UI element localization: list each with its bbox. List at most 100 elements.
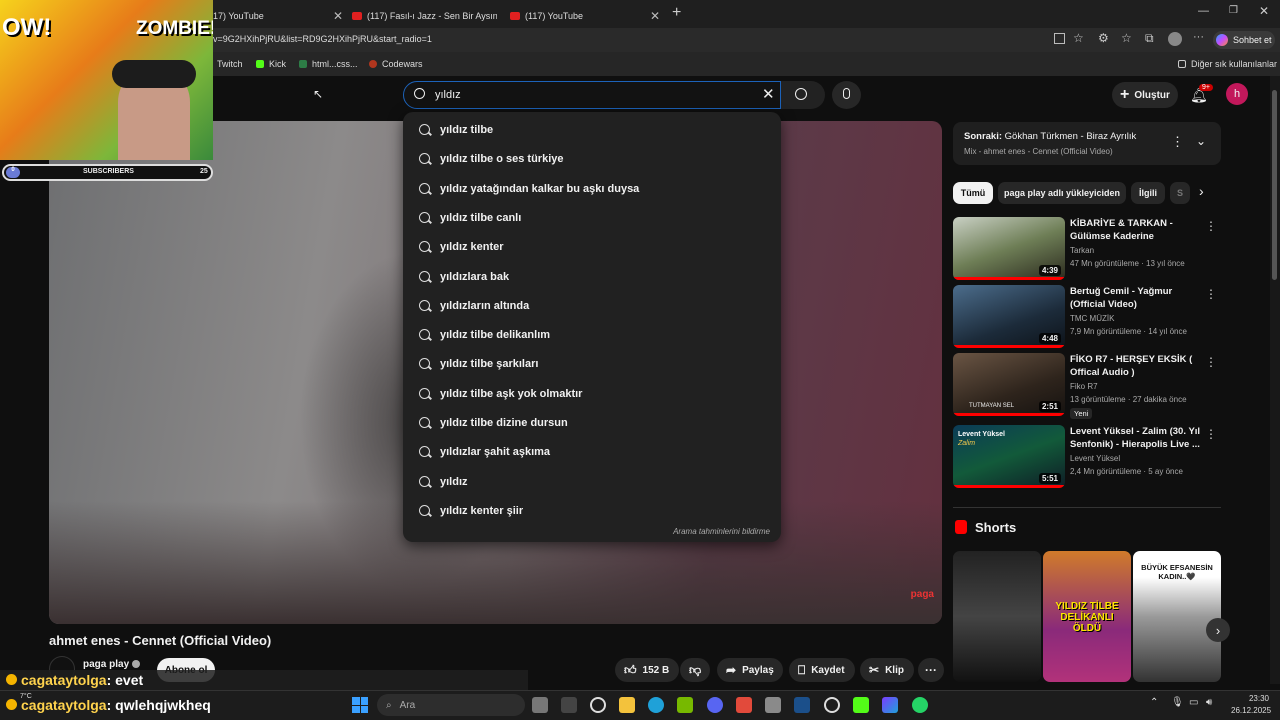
rec-meta: 13 görüntüleme · 27 dakika önce [1070,395,1187,404]
shorts-next-button[interactable]: › [1206,618,1230,642]
search-suggestion[interactable]: yıldız tilbe canlı [403,204,781,233]
app-icon[interactable] [736,697,752,713]
windows-start-icon[interactable] [352,697,368,713]
close-window-icon[interactable]: ✕ [1259,4,1269,18]
more-vert-icon[interactable]: ⋮ [1205,287,1217,301]
close-tab-icon[interactable]: ✕ [650,9,660,23]
save-button[interactable]: ⎕ Kaydet [789,658,855,682]
account-avatar[interactable]: h [1226,83,1248,105]
bookmark-twitch[interactable]: Twitch [217,59,243,69]
task-view-icon[interactable] [532,697,548,713]
report-predictions-link[interactable]: Arama tahminlerini bildirme [673,527,770,536]
app-icon[interactable] [882,697,898,713]
video-thumbnail[interactable]: 4:48 [953,285,1065,348]
bookmark-codewars[interactable]: Codewars [369,59,423,69]
split-screen-icon[interactable] [1054,33,1065,44]
discord-icon[interactable] [707,697,723,713]
recommendation-item[interactable]: Levent Yüksel Zalim 5:51 Levent Yüksel -… [953,425,1221,489]
mic-icon[interactable]: 🎙︎ [1171,697,1184,708]
more-vert-icon[interactable]: ⋮ [1171,134,1184,150]
search-suggestion[interactable]: yıldız yatağından kalkar bu aşkı duysa [403,175,781,204]
chip-uploader[interactable]: paga play adlı yükleyiciden [998,182,1126,204]
clock[interactable]: 23:30 26.12.2025 [1231,693,1271,717]
profile-avatar[interactable] [1168,32,1182,46]
chevron-right-icon[interactable]: › [1199,183,1204,199]
minimize-icon[interactable]: — [1198,5,1209,17]
chatgpt-icon[interactable] [590,697,606,713]
more-actions-button[interactable]: ··· [918,658,944,682]
edge-icon[interactable] [648,697,664,713]
tab-label: 17) YouTube [213,11,264,21]
browser-tab[interactable]: (117) Fasıl-ı Jazz - Sen Bir Aysın - Y [352,4,502,28]
video-thumbnail[interactable]: 4:39 [953,217,1065,280]
favorites-icon[interactable]: ☆ [1121,31,1132,45]
steam-icon[interactable] [794,697,810,713]
other-bookmarks[interactable]: Diğer sık kullanılanlar [1178,59,1277,69]
extension-icon[interactable]: ⚙ [1098,31,1109,45]
video-thumbnail[interactable]: TUTMAYAN SEL 2:51 [953,353,1065,416]
channel-name[interactable]: paga play [83,659,129,670]
tray-chevron-icon[interactable]: ⌃ [1150,697,1158,708]
nvidia-icon[interactable] [677,697,693,713]
like-button[interactable]: 👍︎ 152 B [615,658,679,682]
search-input[interactable]: yıldız ✕ [403,81,781,109]
kick-icon[interactable] [853,697,869,713]
search-suggestion[interactable]: yıldız tilbe aşk yok olmaktır [403,380,781,409]
search-suggestion[interactable]: yıldız tilbe dizine dursun [403,409,781,438]
scrollbar-thumb[interactable] [1272,90,1277,280]
search-suggestion[interactable]: yıldız kenter [403,233,781,262]
recommendation-item[interactable]: 4:48 Bertuğ Cemil - Yağmur (Official Vid… [953,285,1221,349]
more-vert-icon[interactable]: ⋮ [1205,355,1217,369]
clear-search-icon[interactable]: ✕ [762,85,775,103]
collections-icon[interactable]: ⧉ [1145,31,1154,46]
recommendation-item[interactable]: TUTMAYAN SEL 2:51 FİKO R7 - HERŞEY EKSİK… [953,353,1221,419]
short-item[interactable]: BÜYÜK EFSANESİN KADIN..🖤 [1133,551,1221,682]
more-menu-icon[interactable]: ··· [1193,31,1204,43]
close-tab-icon[interactable]: ✕ [333,9,343,23]
search-icon [419,446,430,458]
search-suggestion[interactable]: yıldız tilbe o ses türkiye [403,145,781,174]
up-next-card[interactable]: Sonraki: Gökhan Türkmen - Biraz Ayrılık … [953,122,1221,165]
bookmark-kick[interactable]: Kick [256,59,286,69]
search-suggestion[interactable]: yıldızlara bak [403,263,781,292]
search-suggestion[interactable]: yıldız kenter şiir [403,497,781,526]
chip-more[interactable]: S [1170,182,1190,204]
clip-button[interactable]: ✂ Klip [860,658,914,682]
video-thumbnail[interactable]: Levent Yüksel Zalim 5:51 [953,425,1065,488]
search-suggestion[interactable]: yıldız tilbe şarkıları [403,350,781,379]
search-suggestion[interactable]: yıldız tilbe delikanlım [403,321,781,350]
more-vert-icon[interactable]: ⋮ [1205,219,1217,233]
voice-search-button[interactable] [832,81,861,109]
copilot-button[interactable]: Sohbet et [1213,31,1275,49]
search-suggestion[interactable]: yıldız [403,468,781,497]
copilot-app-icon[interactable] [561,697,577,713]
short-item[interactable] [953,551,1041,682]
obs-icon[interactable] [824,697,840,713]
chevron-down-icon[interactable]: ⌄ [1196,134,1206,148]
short-item[interactable]: YILDIZ TİLBE DELİKANLI ÖLDÜ [1043,551,1131,682]
share-button[interactable]: ➦ Paylaş [717,658,783,682]
browser-tab[interactable]: 17) YouTube ✕ [213,4,343,28]
search-suggestion[interactable]: yıldızlar şahit aşkıma [403,438,781,467]
search-button[interactable] [781,81,825,109]
chip-related[interactable]: İlgili [1131,182,1165,204]
volume-icon[interactable]: 🔊︎ [1206,697,1212,708]
search-suggestion[interactable]: yıldızların altında [403,292,781,321]
url-field[interactable]: v=9G2HXihPjRU&list=RD9G2HXihPjRU&start_r… [213,34,432,44]
search-suggestion[interactable]: yıldız tilbe [403,116,781,145]
chip-all[interactable]: Tümü [953,182,993,204]
bookmark-html-css[interactable]: html...css... [299,59,358,69]
recommendation-item[interactable]: 4:39 KİBARİYE & TARKAN - Gülümse Kaderin… [953,217,1221,281]
taskbar-search[interactable]: ⌕ Ara [377,694,525,716]
browser-tab-active[interactable]: (117) YouTube ✕ [510,4,660,28]
app-icon[interactable] [765,697,781,713]
network-icon[interactable]: ▭ [1189,697,1198,708]
restore-icon[interactable]: ❐ [1229,5,1238,16]
file-explorer-icon[interactable] [619,697,635,713]
more-vert-icon[interactable]: ⋮ [1205,427,1217,441]
whatsapp-icon[interactable] [912,697,928,713]
new-tab-icon[interactable]: + [672,4,681,22]
favorite-star-icon[interactable]: ☆ [1073,31,1084,45]
dislike-button[interactable]: 👎︎ [680,658,710,682]
create-button[interactable]: + Oluştur [1112,82,1178,108]
